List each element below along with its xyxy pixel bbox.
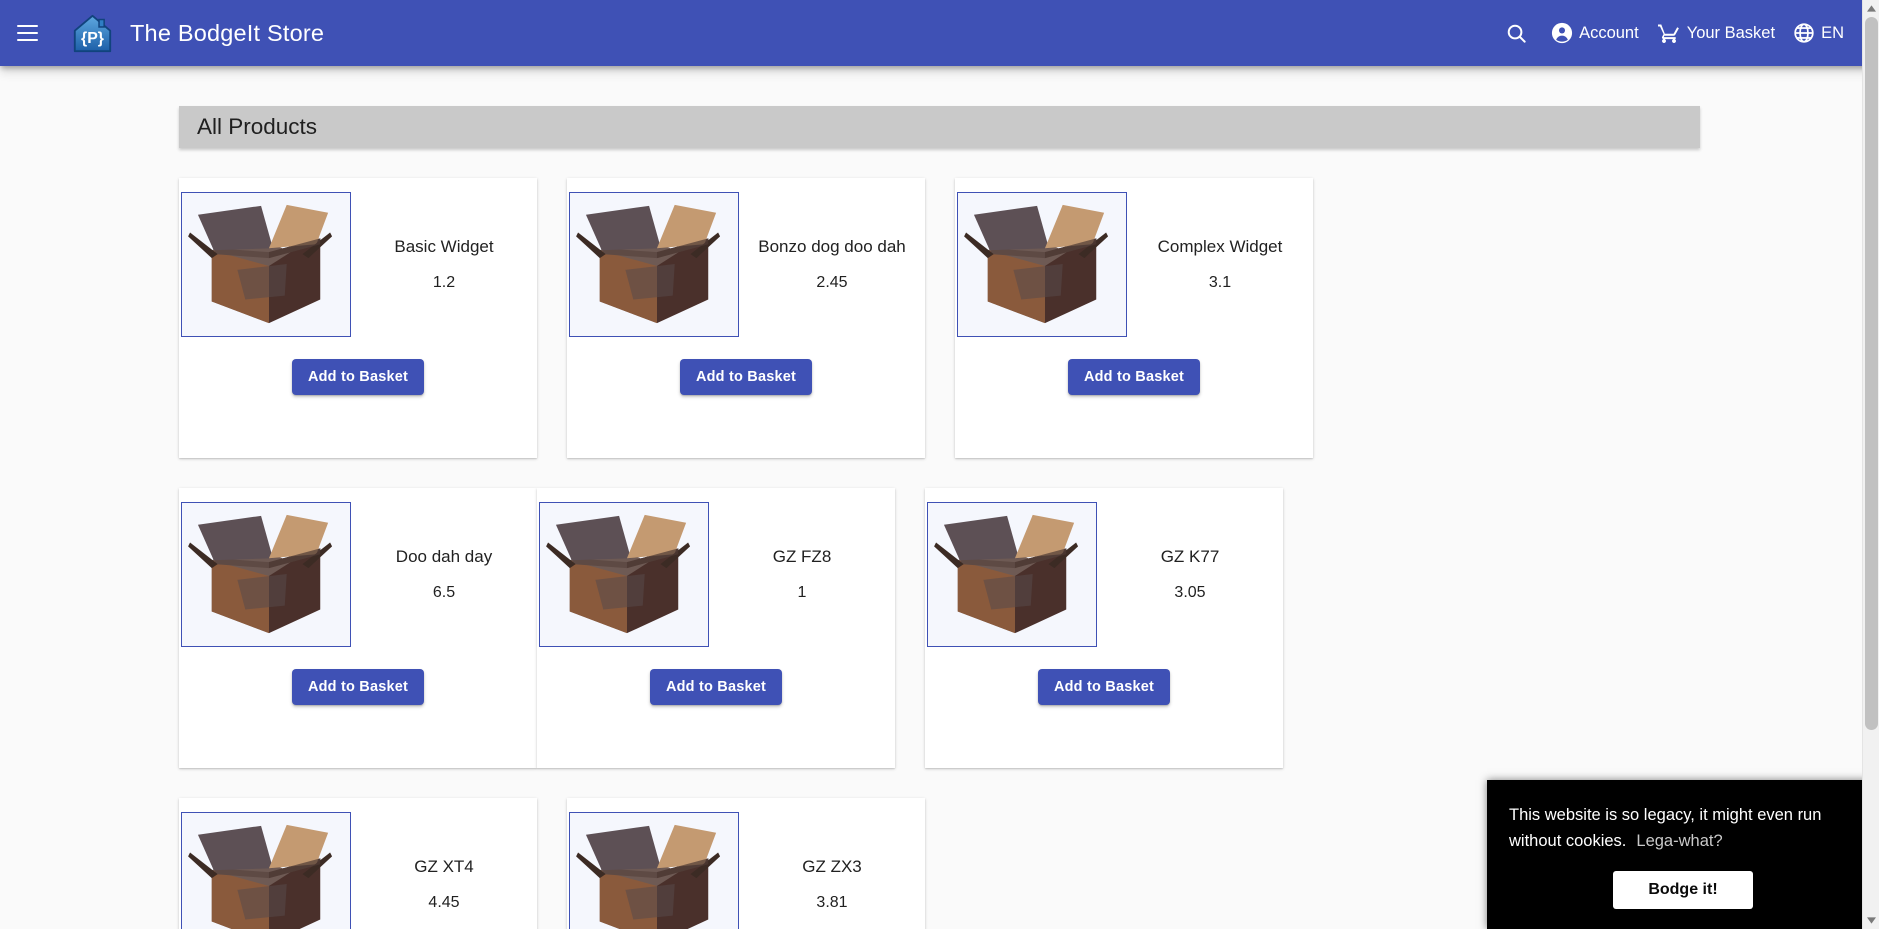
scroll-down-arrow-icon[interactable]: [1863, 912, 1879, 929]
product-name: GZ K77: [1160, 547, 1220, 567]
product-price: 3.1: [1208, 273, 1232, 291]
product-meta: GZ ZX3 3.81: [739, 812, 925, 929]
product-card-top: Bonzo dog doo dah 2.45: [567, 192, 925, 337]
add-to-basket-button[interactable]: Add to Basket: [291, 359, 425, 395]
page-scrollbar[interactable]: [1862, 0, 1879, 929]
product-price: 4.45: [428, 893, 460, 911]
product-card-actions: Add to Basket: [537, 669, 895, 705]
product-card: GZ ZX3 3.81 Add to Basket: [567, 798, 925, 929]
add-to-basket-button[interactable]: Add to Basket: [649, 669, 783, 705]
product-name: Complex Widget: [1157, 237, 1283, 257]
open-cardboard-box-icon[interactable]: [569, 812, 739, 929]
language-label: EN: [1821, 23, 1844, 42]
product-card: Bonzo dog doo dah 2.45 Add to Basket: [567, 178, 925, 458]
basket-button[interactable]: Your Basket: [1648, 15, 1784, 51]
page-title: All Products: [197, 114, 318, 139]
product-meta: GZ FZ8 1: [709, 502, 895, 647]
product-card: Basic Widget 1.2 Add to Basket: [179, 178, 537, 458]
add-to-basket-button[interactable]: Add to Basket: [1067, 359, 1201, 395]
product-card-top: GZ ZX3 3.81: [567, 812, 925, 929]
cookie-button-row: Bodge it!: [1509, 871, 1857, 909]
product-card-actions: Add to Basket: [179, 359, 537, 395]
product-card: GZ XT4 4.45 Add to Basket: [179, 798, 537, 929]
header-nav-group: Account Your Basket EN: [1491, 15, 1879, 51]
brand-title: The BodgeIt Store: [130, 19, 325, 46]
product-name: Doo dah day: [395, 547, 493, 567]
product-card: Doo dah day 6.5 Add to Basket: [179, 488, 537, 768]
open-cardboard-box-icon[interactable]: [927, 502, 1097, 647]
product-card-actions: Add to Basket: [925, 669, 1283, 705]
globe-icon: [1793, 22, 1815, 44]
browser-viewport: {P} The BodgeIt Store Account Your Baske…: [0, 0, 1879, 929]
open-cardboard-box-icon[interactable]: [181, 812, 351, 929]
product-price: 1.2: [432, 273, 456, 291]
page-heading-bar: All Products: [179, 106, 1700, 148]
hamburger-menu-icon[interactable]: [3, 9, 51, 57]
search-icon: [1505, 22, 1528, 45]
scrollbar-thumb[interactable]: [1865, 17, 1878, 730]
product-card-top: Doo dah day 6.5: [179, 502, 537, 647]
product-meta: GZ K77 3.05: [1097, 502, 1283, 647]
product-name: Bonzo dog doo dah: [758, 237, 906, 257]
cookie-consent-banner: This website is so legacy, it might even…: [1487, 779, 1879, 929]
product-card: GZ K77 3.05 Add to Basket: [925, 488, 1283, 768]
product-card-top: Basic Widget 1.2: [179, 192, 537, 337]
house-brace-p-logo-icon: {P}: [72, 13, 113, 54]
cookie-accept-button[interactable]: Bodge it!: [1613, 871, 1753, 909]
account-label: Account: [1579, 23, 1639, 42]
product-price: 2.45: [816, 273, 848, 291]
account-button[interactable]: Account: [1542, 16, 1648, 50]
product-name: GZ XT4: [414, 857, 474, 877]
add-to-basket-button[interactable]: Add to Basket: [1037, 669, 1171, 705]
product-grid: Basic Widget 1.2 Add to Basket Bonzo dog…: [179, 148, 1700, 929]
cart-icon: [1657, 21, 1681, 45]
header-left-group: {P} The BodgeIt Store: [0, 9, 324, 57]
product-price: 3.05: [1174, 583, 1206, 601]
open-cardboard-box-icon[interactable]: [957, 192, 1127, 337]
product-meta: Doo dah day 6.5: [351, 502, 537, 647]
product-price: 6.5: [432, 583, 456, 601]
open-cardboard-box-icon[interactable]: [539, 502, 709, 647]
search-button[interactable]: [1491, 16, 1542, 51]
product-card-top: GZ FZ8 1: [537, 502, 895, 647]
open-cardboard-box-icon[interactable]: [569, 192, 739, 337]
product-card-top: GZ XT4 4.45: [179, 812, 537, 929]
product-meta: GZ XT4 4.45: [351, 812, 537, 929]
product-name: Basic Widget: [394, 237, 494, 257]
product-name: GZ FZ8: [772, 547, 832, 567]
svg-text:{P}: {P}: [81, 29, 104, 46]
product-card-actions: Add to Basket: [179, 669, 537, 705]
open-cardboard-box-icon[interactable]: [181, 502, 351, 647]
scroll-up-arrow-icon[interactable]: [1863, 0, 1879, 17]
product-card-top: Complex Widget 3.1: [955, 192, 1313, 337]
add-to-basket-button[interactable]: Add to Basket: [679, 359, 813, 395]
product-price: 1: [797, 583, 807, 601]
product-card-actions: Add to Basket: [567, 359, 925, 395]
product-meta: Bonzo dog doo dah 2.45: [739, 192, 925, 337]
cookie-message-row: This website is so legacy, it might even…: [1509, 802, 1857, 855]
product-card: Complex Widget 3.1 Add to Basket: [955, 178, 1313, 458]
product-meta: Complex Widget 3.1: [1127, 192, 1313, 337]
add-to-basket-button[interactable]: Add to Basket: [291, 669, 425, 705]
product-name: GZ ZX3: [802, 857, 862, 877]
person-icon: [1551, 22, 1573, 44]
language-button[interactable]: EN: [1784, 16, 1853, 50]
app-header: {P} The BodgeIt Store Account Your Baske…: [0, 0, 1879, 66]
basket-label: Your Basket: [1686, 23, 1776, 42]
product-card-top: GZ K77 3.05: [925, 502, 1283, 647]
open-cardboard-box-icon[interactable]: [181, 192, 351, 337]
product-card-actions: Add to Basket: [955, 359, 1313, 395]
product-price: 3.81: [816, 893, 848, 911]
cookie-learn-more-link[interactable]: Lega-what?: [1636, 832, 1722, 850]
product-card: GZ FZ8 1 Add to Basket: [537, 488, 895, 768]
product-meta: Basic Widget 1.2: [351, 192, 537, 337]
